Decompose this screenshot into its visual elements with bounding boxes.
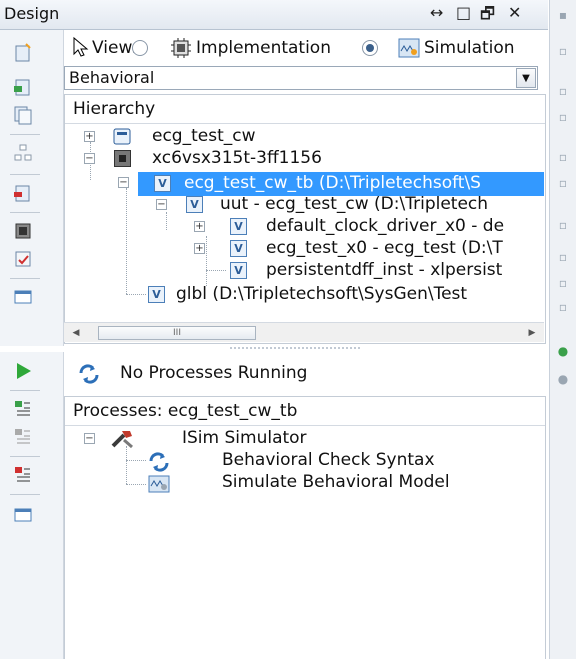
- toolbar-icon[interactable]: ▫: [556, 276, 570, 290]
- stop-icon[interactable]: [12, 464, 34, 486]
- hierarchy-hscrollbar[interactable]: ◀ III ▶: [64, 322, 544, 342]
- vhdl-icon: V: [148, 286, 165, 303]
- float-icon[interactable]: ↔: [430, 3, 443, 22]
- process-status: No Processes Running: [64, 358, 538, 388]
- chip-icon: [114, 150, 131, 167]
- tree-row-label: glbl (D:\Tripletechsoft\SysGen\Test: [176, 284, 468, 304]
- project-icon: [113, 128, 131, 145]
- close-icon[interactable]: ✕: [508, 3, 521, 22]
- tools-icon: [111, 431, 133, 449]
- simulation-label[interactable]: Simulation: [424, 38, 515, 58]
- chevron-down-icon[interactable]: ▼: [516, 68, 536, 88]
- scroll-right-icon[interactable]: ▶: [524, 325, 540, 341]
- refresh-icon: [149, 452, 169, 472]
- process-row[interactable]: − ISim Simulator: [84, 428, 444, 450]
- restore-icon[interactable]: 🗗: [480, 3, 495, 30]
- panel-titlebar: Design ↔ □ 🗗 ✕: [0, 0, 548, 30]
- tree-row-label: ecg_test_x0 - ecg_test (D:\T: [266, 238, 503, 258]
- tree-row[interactable]: − xc6vsx315t-3ff1156: [84, 148, 404, 170]
- right-toolbar: ▪ ▫ ▫ ▫ ▫ ▫ ▫ ▫ ▫ ▫ ● ●: [549, 0, 576, 659]
- process-label: Simulate Behavioral Model: [222, 472, 450, 492]
- process-label: ISim Simulator: [182, 428, 307, 448]
- toolbar-icon[interactable]: ▫: [556, 300, 570, 314]
- run-icon[interactable]: [12, 360, 34, 382]
- tree-row-label: uut - ecg_test_cw (D:\Tripletech: [220, 194, 489, 214]
- tree-row-selected[interactable]: ecg_test_cw_tb (D:\Tripletechsoft\S: [138, 172, 544, 196]
- tree-row-label: persistentdff_inst - xlpersist: [266, 260, 503, 280]
- view-type-select[interactable]: Behavioral ▼: [64, 66, 538, 90]
- tree-row[interactable]: + V ecg_test_x0 - ecg_test (D:\T: [194, 238, 546, 260]
- toolbar-icon[interactable]: ●: [556, 372, 570, 386]
- toolbar-icon[interactable]: ▫: [556, 176, 570, 190]
- implementation-label[interactable]: Implementation: [196, 38, 331, 58]
- simulate-icon: [148, 475, 170, 493]
- tree-row-label: ecg_test_cw_tb (D:\Tripletechsoft\S: [184, 173, 481, 193]
- implementation-radio[interactable]: [132, 40, 148, 56]
- mouse-cursor-icon: [73, 36, 89, 57]
- collapse-icon[interactable]: −: [118, 177, 129, 188]
- expand-icon[interactable]: +: [194, 243, 205, 254]
- panel-splitter[interactable]: [230, 347, 360, 349]
- expand-icon[interactable]: +: [84, 131, 95, 142]
- collapse-icon[interactable]: −: [156, 199, 167, 210]
- tree-row[interactable]: V glbl (D:\Tripletechsoft\SysGen\Test: [148, 284, 546, 306]
- processes-toolbar: [0, 352, 64, 659]
- tree-row[interactable]: + ecg_test_cw: [84, 126, 384, 148]
- toolbar-icon[interactable]: ▫: [556, 44, 570, 58]
- scroll-left-icon[interactable]: ◀: [68, 325, 84, 341]
- view-label: View:: [92, 38, 138, 58]
- view-selector: View: Implementation Simulation: [64, 32, 536, 64]
- chip-view-icon[interactable]: [12, 220, 34, 242]
- toolbar-icon[interactable]: ▫: [556, 110, 570, 124]
- new-source-icon[interactable]: [12, 42, 34, 64]
- simulation-icon: [398, 38, 420, 58]
- expand-icon[interactable]: +: [194, 221, 205, 232]
- implementation-icon: [171, 38, 191, 58]
- view-type-value: Behavioral: [69, 68, 155, 87]
- tree-row-label: default_clock_driver_x0 - de: [266, 216, 505, 236]
- hierarchy-header: Hierarchy: [73, 99, 156, 119]
- properties-icon[interactable]: [12, 248, 34, 270]
- collapse-icon[interactable]: −: [84, 433, 95, 444]
- add-source-icon[interactable]: [12, 76, 34, 98]
- toolbar-icon[interactable]: ▪: [556, 8, 570, 22]
- toolbar-icon[interactable]: ▫: [556, 150, 570, 164]
- maximize-icon[interactable]: □: [456, 3, 471, 22]
- tree-row-label: xc6vsx315t-3ff1156: [152, 148, 322, 168]
- tree-row-label: ecg_test_cw: [152, 126, 256, 146]
- scroll-thumb[interactable]: III: [98, 326, 256, 340]
- simulation-radio[interactable]: [362, 40, 378, 56]
- vhdl-icon: V: [230, 218, 247, 235]
- toolbar-icon[interactable]: ▫: [556, 250, 570, 264]
- vhdl-icon: V: [230, 262, 247, 279]
- tree-row[interactable]: + V default_clock_driver_x0 - de: [194, 216, 546, 238]
- tree-row[interactable]: V persistentdff_inst - xlpersist: [194, 260, 546, 282]
- panel-layout-icon[interactable]: [12, 504, 34, 526]
- status-text: No Processes Running: [120, 363, 308, 383]
- hierarchy-view-icon[interactable]: [12, 142, 34, 164]
- refresh-icon: [79, 364, 99, 384]
- hierarchy-toolbar: [0, 30, 64, 346]
- vhdl-icon: V: [230, 240, 247, 257]
- process-row[interactable]: Behavioral Check Syntax: [148, 450, 508, 472]
- toolbar-icon[interactable]: ▫: [556, 84, 570, 98]
- toolbar-icon[interactable]: ▫: [556, 218, 570, 232]
- collapse-icon[interactable]: −: [84, 153, 95, 164]
- vhdl-icon: V: [186, 196, 203, 213]
- run-icon[interactable]: ●: [556, 344, 570, 358]
- vhdl-icon: V: [154, 175, 171, 192]
- rerun-icon[interactable]: [12, 398, 34, 420]
- panel-layout-icon[interactable]: [12, 286, 34, 308]
- tree-row[interactable]: − V uut - ecg_test_cw (D:\Tripletech: [156, 194, 546, 216]
- add-copy-source-icon[interactable]: [12, 104, 34, 126]
- remove-source-icon[interactable]: [12, 182, 34, 204]
- processes-header: Processes: ecg_test_cw_tb: [73, 401, 298, 421]
- rerun-all-icon[interactable]: [12, 426, 34, 448]
- process-label: Behavioral Check Syntax: [222, 450, 435, 470]
- process-row[interactable]: Simulate Behavioral Model: [148, 472, 508, 494]
- panel-title: Design: [4, 4, 60, 23]
